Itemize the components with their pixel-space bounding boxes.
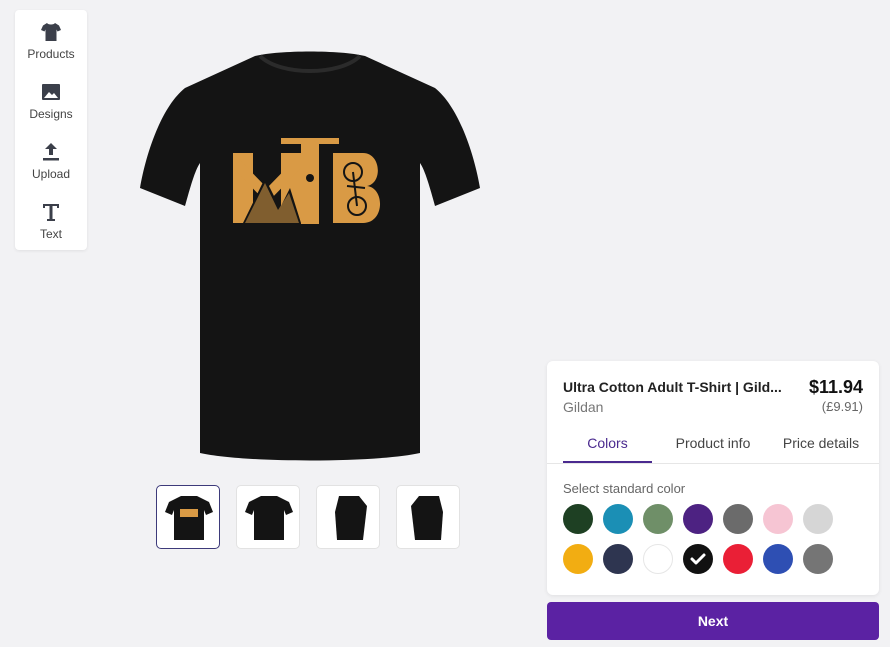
- color-swatch[interactable]: [763, 504, 793, 534]
- product-tabs: Colors Product info Price details: [547, 431, 879, 464]
- color-section-label: Select standard color: [563, 481, 686, 496]
- color-swatch[interactable]: [683, 504, 713, 534]
- image-icon: [42, 84, 60, 100]
- color-swatch[interactable]: [723, 544, 753, 574]
- color-swatch[interactable]: [683, 544, 713, 574]
- product-panel: Ultra Cotton Adult T-Shirt | Gild... Gil…: [547, 361, 879, 595]
- tshirt-icon: [41, 23, 61, 41]
- tab-product-info[interactable]: Product info: [665, 435, 761, 451]
- color-swatch[interactable]: [803, 504, 833, 534]
- color-swatch[interactable]: [763, 544, 793, 574]
- tab-colors[interactable]: Colors: [563, 435, 652, 451]
- color-swatch[interactable]: [643, 544, 673, 574]
- tool-label: Products: [27, 47, 75, 61]
- tab-price-details[interactable]: Price details: [773, 435, 869, 451]
- tool-designs[interactable]: Designs: [15, 74, 87, 132]
- color-swatch[interactable]: [603, 504, 633, 534]
- tool-upload[interactable]: Upload: [15, 134, 87, 192]
- thumbnail-side-right[interactable]: [396, 485, 460, 549]
- product-price-alt: (£9.91): [821, 399, 863, 414]
- thumbnail-strip: [156, 485, 466, 551]
- thumbnail-front-design[interactable]: [156, 485, 220, 549]
- tool-panel: Products Designs Upload Text: [15, 10, 87, 250]
- tool-label: Text: [39, 227, 62, 241]
- tool-text[interactable]: Text: [15, 194, 87, 252]
- tool-label: Designs: [29, 107, 73, 121]
- color-swatch[interactable]: [563, 504, 593, 534]
- checkmark-icon: [690, 553, 706, 565]
- next-button[interactable]: Next: [547, 602, 879, 640]
- color-swatch[interactable]: [803, 544, 833, 574]
- tool-label: Upload: [31, 167, 71, 181]
- tshirt-preview-image: [140, 51, 480, 461]
- upload-icon: [43, 143, 59, 161]
- thumbnail-front-plain[interactable]: [236, 485, 300, 549]
- product-name: Ultra Cotton Adult T-Shirt | Gild...: [563, 379, 782, 395]
- tshirt-thumbnail: [411, 496, 443, 540]
- product-preview: [135, 48, 485, 468]
- tshirt-thumbnail: [335, 496, 367, 540]
- color-swatch[interactable]: [563, 544, 593, 574]
- thumbnail-side-left[interactable]: [316, 485, 380, 549]
- color-swatch[interactable]: [643, 504, 673, 534]
- active-tab-indicator: [563, 461, 652, 463]
- tshirt-thumbnail: [245, 496, 293, 540]
- text-icon: [43, 204, 59, 221]
- color-swatch[interactable]: [603, 544, 633, 574]
- product-price: $11.94: [808, 377, 863, 397]
- color-swatch[interactable]: [723, 504, 753, 534]
- product-brand: Gildan: [563, 399, 604, 415]
- tshirt-thumbnail: [165, 496, 213, 540]
- tool-products[interactable]: Products: [15, 14, 87, 72]
